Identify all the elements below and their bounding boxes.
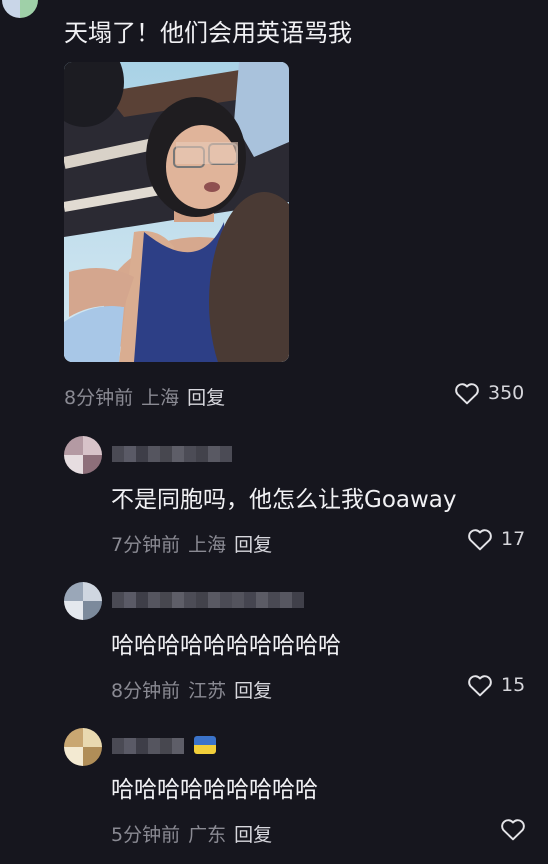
comment-meta: 5分钟前 广东 回复 <box>111 820 272 847</box>
comment-time: 8分钟前 <box>111 680 181 702</box>
avatar[interactable] <box>2 0 38 18</box>
heart-outline-icon <box>468 529 492 551</box>
reply-button[interactable]: 回复 <box>234 534 272 556</box>
comment-location: 上海 <box>188 534 227 556</box>
like-button[interactable]: 350 <box>454 381 524 405</box>
avatar[interactable] <box>64 728 102 766</box>
reply-button[interactable]: 回复 <box>234 680 272 702</box>
comment-time: 8分钟前 <box>64 387 134 409</box>
photo-illustration <box>64 62 289 362</box>
reply-button[interactable]: 回复 <box>234 824 272 846</box>
comment-location: 江苏 <box>188 680 227 702</box>
comment-time: 7分钟前 <box>111 534 181 556</box>
comment-text: 哈哈哈哈哈哈哈哈哈哈 <box>111 633 341 659</box>
reply-button[interactable]: 回复 <box>187 387 225 409</box>
username-blurred[interactable] <box>112 446 232 462</box>
heart-outline-icon <box>468 675 492 697</box>
comment-text: 哈哈哈哈哈哈哈哈哈 <box>111 777 318 803</box>
comment-location: 广东 <box>188 824 227 846</box>
comment-text: 天塌了！他们会用英语骂我 <box>64 19 352 47</box>
like-count: 350 <box>488 382 525 404</box>
like-button[interactable]: 17 <box>467 527 525 551</box>
avatar[interactable] <box>64 436 102 474</box>
username-blurred[interactable] <box>112 592 304 608</box>
username-blurred[interactable] <box>112 738 184 754</box>
like-button[interactable]: 15 <box>467 673 525 697</box>
flag-emoji <box>194 736 216 754</box>
heart-outline-icon <box>455 383 479 405</box>
comment-time: 5分钟前 <box>111 824 181 846</box>
comment-text: 不是同胞吗，他怎么让我Goaway <box>111 487 457 513</box>
comment-meta: 8分钟前 上海 回复 <box>64 383 225 410</box>
avatar[interactable] <box>64 582 102 620</box>
comment-meta: 8分钟前 江苏 回复 <box>111 676 272 703</box>
like-count: 17 <box>501 528 526 550</box>
like-button[interactable] <box>500 817 526 841</box>
heart-outline-icon <box>501 819 525 841</box>
like-count: 15 <box>501 674 526 696</box>
comment-meta: 7分钟前 上海 回复 <box>111 530 272 557</box>
comment-image[interactable] <box>64 62 289 362</box>
comment-location: 上海 <box>141 387 180 409</box>
